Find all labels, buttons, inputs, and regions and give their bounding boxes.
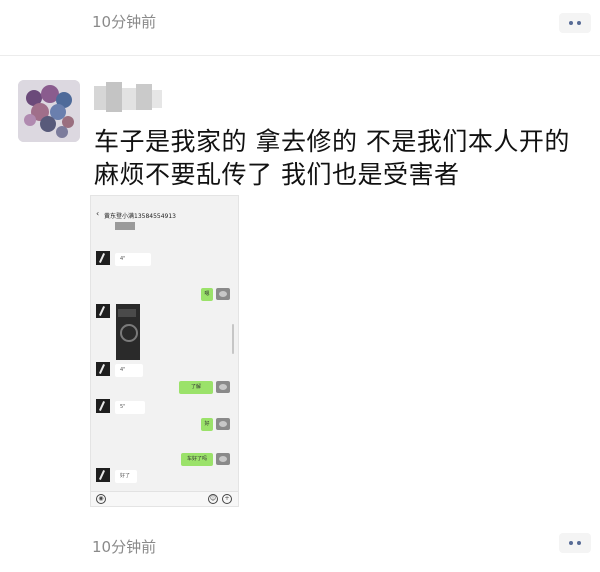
more-dots-icon[interactable] (559, 533, 591, 553)
voice-icon: ◉ (96, 494, 106, 504)
chat-input-bar: ◉ ☺ + (91, 491, 238, 506)
my-avatar (216, 381, 230, 393)
sent-message: 嗯 (201, 288, 213, 301)
sent-message: 车好了吗 (181, 453, 213, 466)
previous-post-time: 10分钟前 (92, 13, 157, 31)
status-bar (91, 196, 238, 208)
redacted-message (115, 222, 135, 230)
my-avatar (216, 288, 230, 300)
post-text-line-1: 车子是我家的 拿去修的 不是我们本人开的 (94, 127, 570, 156)
divider (0, 55, 600, 56)
post-time: 10分钟前 (92, 538, 157, 556)
voice-message: 5" (115, 401, 145, 414)
contact-avatar (96, 468, 110, 482)
chat-header: ‹ 黄东登小满13584554913 (91, 208, 238, 222)
video-thumbnail (116, 304, 140, 360)
nickname-redacted (94, 82, 164, 112)
my-avatar (216, 418, 230, 430)
contact-avatar (96, 362, 110, 376)
scrollbar (232, 324, 234, 354)
attached-screenshot[interactable]: ‹ 黄东登小满13584554913 4" 嗯 4" 了解 5" 好 车好了吗 … (90, 195, 239, 507)
emoji-icon: ☺ (208, 494, 218, 504)
post-text-line-2: 麻烦不要乱传了 我们也是受害者 (94, 160, 460, 189)
sent-message: 好 (201, 418, 213, 431)
voice-message: 4" (115, 364, 143, 377)
sent-message: 了解 (179, 381, 213, 394)
avatar-image (18, 80, 80, 142)
avatar[interactable] (18, 80, 80, 142)
received-message: 好了 (115, 470, 137, 483)
contact-avatar (96, 399, 110, 413)
previous-post-footer: 10分钟前 (0, 0, 600, 52)
voice-message: 4" (115, 253, 151, 266)
more-dots-icon[interactable] (559, 13, 591, 33)
back-arrow-icon: ‹ (96, 209, 100, 218)
plus-icon: + (222, 494, 232, 504)
contact-avatar (96, 251, 110, 265)
contact-avatar (96, 304, 110, 318)
my-avatar (216, 453, 230, 465)
chat-title: 黄东登小满13584554913 (104, 213, 176, 220)
